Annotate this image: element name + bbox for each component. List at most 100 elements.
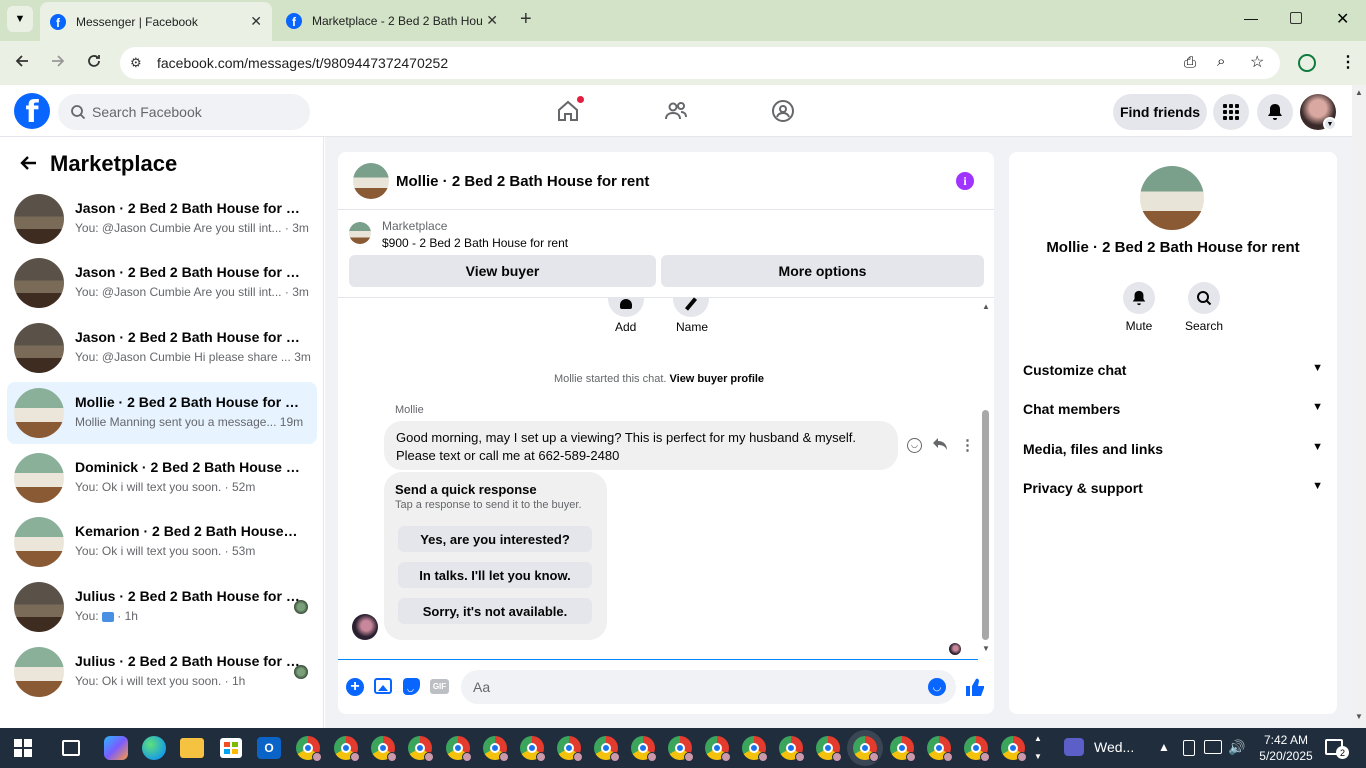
chrome-window-icon[interactable] bbox=[334, 736, 360, 762]
menu-button[interactable] bbox=[1213, 94, 1249, 130]
search-input[interactable]: Search Facebook bbox=[58, 94, 310, 130]
conversation-item[interactable]: Julius · 2 Bed 2 Bath House for r... You:… bbox=[7, 641, 317, 703]
chat-scrollbar[interactable]: ▲ ▼ bbox=[978, 298, 994, 658]
conversation-item[interactable]: Jason · 2 Bed 2 Bath House for rent You: … bbox=[7, 252, 317, 314]
scroll-up-arrow-icon[interactable]: ▲ bbox=[982, 302, 990, 311]
home-icon[interactable] bbox=[556, 96, 584, 123]
zoom-icon[interactable]: ⌕ bbox=[1217, 53, 1225, 70]
message-input[interactable]: Aa ◡ bbox=[461, 670, 956, 704]
chrome-window-icon[interactable] bbox=[853, 736, 879, 762]
close-icon[interactable]: ✕ bbox=[486, 12, 498, 29]
reload-button[interactable] bbox=[86, 53, 102, 74]
bookmark-star-icon[interactable]: ☆ bbox=[1250, 52, 1264, 72]
scroll-down-arrow-icon[interactable]: ▼ bbox=[982, 644, 990, 653]
chrome-window-icon[interactable] bbox=[371, 736, 397, 762]
site-info-icon[interactable]: ⚙ bbox=[130, 55, 142, 71]
quick-reply-interested-button[interactable]: Yes, are you interested? bbox=[398, 526, 592, 552]
chat-avatar[interactable] bbox=[353, 163, 389, 199]
chat-title[interactable]: Mollie · 2 Bed 2 Bath House for rent bbox=[396, 173, 649, 190]
chat-info-avatar[interactable] bbox=[1140, 166, 1204, 230]
chrome-window-icon[interactable] bbox=[296, 736, 322, 762]
close-icon[interactable]: ✕ bbox=[250, 13, 262, 30]
chrome-window-icon[interactable] bbox=[705, 736, 731, 762]
minimize-button[interactable]: — bbox=[1244, 10, 1258, 26]
buyer-avatar[interactable] bbox=[352, 614, 378, 640]
conversation-item[interactable]: Mollie · 2 Bed 2 Bath House for rent Moll… bbox=[7, 382, 317, 444]
thumbs-up-icon[interactable] bbox=[964, 676, 986, 701]
plus-circle-icon[interactable]: + bbox=[346, 678, 364, 696]
facebook-logo-icon[interactable]: f bbox=[14, 93, 50, 129]
conversation-item[interactable]: Jason · 2 Bed 2 Bath House for rent You: … bbox=[7, 317, 317, 379]
info-icon[interactable]: i bbox=[956, 172, 974, 190]
quick-reply-not-available-button[interactable]: Sorry, it's not available. bbox=[398, 598, 592, 624]
notification-center-button[interactable]: 2 bbox=[1325, 739, 1349, 759]
chrome-window-icon[interactable] bbox=[408, 736, 434, 762]
gif-icon[interactable]: GIF bbox=[430, 679, 449, 694]
page-scrollbar[interactable]: ▲ ▼ bbox=[1352, 85, 1366, 728]
volume-icon[interactable]: 🔊 bbox=[1228, 739, 1245, 756]
install-app-icon[interactable]: ⎙ bbox=[1184, 54, 1196, 71]
chrome-window-icon[interactable] bbox=[668, 736, 694, 762]
mute-button[interactable] bbox=[1123, 282, 1155, 314]
network-icon[interactable] bbox=[1204, 740, 1222, 754]
chrome-window-icon[interactable] bbox=[520, 736, 546, 762]
chevron-down-icon[interactable]: ▼ bbox=[1323, 117, 1337, 131]
conversation-item[interactable]: Jason · 2 Bed 2 Bath House for rent You: … bbox=[7, 188, 317, 250]
profile-icon[interactable] bbox=[1298, 54, 1316, 72]
store-icon[interactable] bbox=[220, 738, 242, 758]
file-explorer-icon[interactable] bbox=[180, 738, 204, 758]
chrome-window-icon[interactable] bbox=[964, 736, 990, 762]
chrome-window-icon[interactable] bbox=[631, 736, 657, 762]
search-conversation-button[interactable] bbox=[1188, 282, 1220, 314]
react-icon[interactable]: ◡ bbox=[907, 438, 922, 453]
conversation-item[interactable]: Kemarion · 2 Bed 2 Bath House for... You:… bbox=[7, 511, 317, 573]
tab-search-dropdown[interactable]: ▼ bbox=[7, 6, 33, 32]
back-arrow-icon[interactable] bbox=[18, 153, 38, 176]
chat-members-section[interactable]: Chat members ▼ bbox=[1023, 401, 1323, 417]
chevron-up-icon[interactable]: ▲ bbox=[1158, 740, 1170, 754]
view-buyer-profile-link[interactable]: View buyer profile bbox=[670, 373, 765, 385]
sticker-icon[interactable]: ◡ bbox=[403, 678, 420, 695]
add-contact-button[interactable] bbox=[608, 297, 644, 317]
copilot-icon[interactable] bbox=[104, 736, 128, 760]
battery-icon[interactable] bbox=[1183, 740, 1195, 756]
task-view-icon[interactable] bbox=[62, 740, 80, 756]
privacy-support-section[interactable]: Privacy & support ▼ bbox=[1023, 480, 1323, 496]
customize-chat-section[interactable]: Customize chat ▼ bbox=[1023, 362, 1323, 378]
scroll-thumb[interactable] bbox=[982, 410, 989, 640]
chrome-window-icon[interactable] bbox=[816, 736, 842, 762]
message-bubble[interactable]: Good morning, may I set up a viewing? Th… bbox=[384, 421, 898, 470]
chrome-window-icon[interactable] bbox=[742, 736, 768, 762]
outlook-icon[interactable]: O bbox=[257, 737, 281, 759]
conversation-item[interactable]: Dominick · 2 Bed 2 Bath House for... You:… bbox=[7, 447, 317, 509]
forward-button[interactable] bbox=[50, 53, 66, 74]
friends-icon[interactable] bbox=[664, 99, 688, 123]
chrome-window-icon[interactable] bbox=[1001, 736, 1027, 762]
weather-widget[interactable]: Wed... bbox=[1064, 738, 1134, 756]
tab-marketplace[interactable]: f Marketplace - 2 Bed 2 Bath Hou ✕ bbox=[276, 0, 508, 41]
conversation-item[interactable]: Julius · 2 Bed 2 Bath House for r... You:… bbox=[7, 576, 317, 638]
menu-icon[interactable]: ⋮ bbox=[1340, 52, 1356, 72]
listing-thumbnail[interactable] bbox=[349, 222, 371, 244]
close-window-button[interactable]: ✕ bbox=[1336, 9, 1349, 29]
chrome-window-icon[interactable] bbox=[779, 736, 805, 762]
chrome-window-icon[interactable] bbox=[594, 736, 620, 762]
image-icon[interactable] bbox=[374, 678, 392, 694]
view-buyer-button[interactable]: View buyer bbox=[349, 255, 656, 287]
tab-messenger[interactable]: f Messenger | Facebook ✕ bbox=[40, 2, 272, 41]
find-friends-button[interactable]: Find friends bbox=[1113, 94, 1207, 130]
chrome-window-icon[interactable] bbox=[927, 736, 953, 762]
chrome-window-icon[interactable] bbox=[890, 736, 916, 762]
chrome-window-icon[interactable] bbox=[483, 736, 509, 762]
more-options-button[interactable]: More options bbox=[661, 255, 984, 287]
notifications-button[interactable] bbox=[1257, 94, 1293, 130]
emoji-icon[interactable]: ◡ bbox=[928, 678, 946, 696]
address-bar[interactable]: ⚙ facebook.com/messages/t/98094473724702… bbox=[120, 47, 1280, 79]
reply-icon[interactable] bbox=[932, 437, 948, 454]
edit-nickname-button[interactable] bbox=[673, 297, 709, 317]
restore-button[interactable] bbox=[1290, 12, 1302, 24]
new-tab-button[interactable]: + bbox=[520, 8, 532, 31]
taskbar-overflow-scroll[interactable]: ▲ ▼ bbox=[1034, 730, 1042, 766]
listing-price[interactable]: $900 - 2 Bed 2 Bath House for rent bbox=[382, 236, 568, 250]
quick-reply-in-talks-button[interactable]: In talks. I'll let you know. bbox=[398, 562, 592, 588]
